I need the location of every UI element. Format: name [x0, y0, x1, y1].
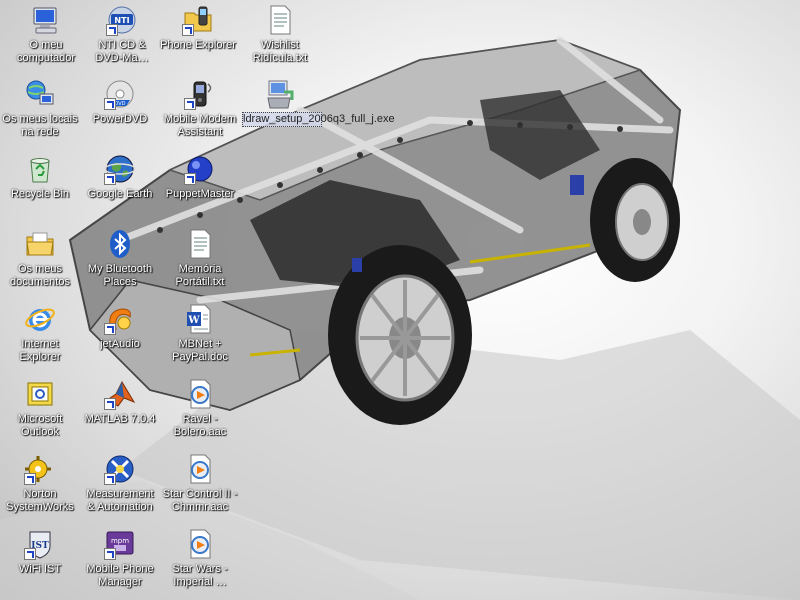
icon-label: Os meus documentos: [10, 263, 70, 288]
desktop-icon-phone-explorer[interactable]: Phone Explorer: [160, 2, 236, 74]
icon-label: Star Wars - Imperial …: [172, 563, 228, 588]
icon-label: Wishlist Ridícula.txt: [252, 39, 308, 64]
media-file-icon: [184, 528, 216, 560]
desktop-icon-memoria-portatil-txt[interactable]: Memória Portátil.txt: [162, 226, 238, 298]
desktop-icon-mobile-phone-manager[interactable]: mpm Mobile Phone Manager: [82, 526, 158, 598]
media-file-icon: [184, 453, 216, 485]
svg-text:W: W: [187, 315, 200, 326]
internet-explorer-icon: [24, 303, 56, 335]
svg-text:mpm: mpm: [111, 537, 129, 545]
icon-label: Mobile Phone Manager: [86, 563, 154, 588]
desktop-icon-mobile-modem[interactable]: Mobile Modem Assistant: [162, 76, 238, 148]
desktop-icon-ravel-bolero[interactable]: Ravel - Bolero.aac: [162, 376, 238, 448]
desktop-icon-mbnet-paypal-doc[interactable]: W MBNet + PayPal.doc: [162, 301, 238, 373]
desktop-icon-my-computer[interactable]: O meu computador: [8, 2, 84, 74]
desktop-icon-my-documents[interactable]: Os meus documentos: [2, 226, 78, 298]
desktop-icon-google-earth[interactable]: Google Earth: [82, 151, 158, 223]
shortcut-arrow-icon: [104, 548, 116, 560]
desktop-icon-microsoft-outlook[interactable]: Microsoft Outlook: [2, 376, 78, 448]
shortcut-arrow-icon: [24, 473, 36, 485]
desktop-icon-measurement-automation[interactable]: Measurement & Automation: [82, 451, 158, 523]
desktop-icon-star-control-chmmr[interactable]: Star Control II - Chmmr.aac: [162, 451, 238, 523]
my-computer-icon: [30, 4, 62, 36]
outlook-icon: [24, 378, 56, 410]
shortcut-arrow-icon: [104, 398, 116, 410]
svg-text:DVD: DVD: [114, 101, 125, 107]
installer-icon: [264, 78, 296, 110]
my-documents-icon: [24, 228, 56, 260]
shortcut-arrow-icon: [104, 323, 116, 335]
icon-label: Memória Portátil.txt: [175, 263, 225, 288]
recycle-bin-icon: [24, 153, 56, 185]
word-document-icon: W: [184, 303, 216, 335]
icon-label: NTI CD & DVD-Ma…: [95, 39, 149, 64]
shortcut-arrow-icon: [106, 24, 118, 36]
desktop-icon-matlab[interactable]: MATLAB 7.0.4: [82, 376, 158, 448]
media-file-icon: [184, 378, 216, 410]
desktop-icon-internet-explorer[interactable]: Internet Explorer: [2, 301, 78, 373]
icon-label: Internet Explorer: [19, 338, 61, 363]
icon-label: MATLAB 7.0.4: [84, 413, 156, 425]
shortcut-arrow-icon: [104, 473, 116, 485]
shortcut-arrow-icon: [104, 98, 116, 110]
icon-label: Ravel - Bolero.aac: [173, 413, 227, 438]
desktop-icon-nti-cd-dvd[interactable]: NTI NTI CD & DVD-Ma…: [84, 2, 160, 74]
shortcut-arrow-icon: [104, 173, 116, 185]
icon-label: Star Control II - Chmmr.aac: [162, 488, 238, 513]
desktop-icon-network-places[interactable]: Os meus locais na rede: [2, 76, 78, 148]
desktop-icon-bluetooth-places[interactable]: My Bluetooth Places: [82, 226, 158, 298]
icon-label: Mobile Modem Assistant: [163, 113, 237, 138]
desktop-icon-recycle-bin[interactable]: Recycle Bin: [2, 151, 78, 223]
shortcut-arrow-icon: [182, 24, 194, 36]
shortcut-arrow-icon: [184, 98, 196, 110]
dragged-icon-ldraw-setup[interactable]: ldraw_setup_2006q3_full_j.exe: [242, 78, 395, 154]
bluetooth-icon: [104, 228, 136, 260]
shortcut-arrow-icon: [184, 173, 196, 185]
shortcut-arrow-icon: [24, 548, 36, 560]
desktop-icon-powerdvd[interactable]: DVD PowerDVD: [82, 76, 158, 148]
desktop-icon-norton-systemworks[interactable]: Norton SystemWorks: [2, 451, 78, 523]
icon-label: PowerDVD: [92, 113, 148, 125]
icon-label: ldraw_setup_2006q3_full_j.exe: [242, 112, 395, 127]
text-document-icon: [184, 228, 216, 260]
desktop-icon-star-wars-imperial[interactable]: Star Wars - Imperial …: [162, 526, 238, 598]
desktop-icon-wishlist-txt[interactable]: Wishlist Ridícula.txt: [242, 2, 318, 74]
icon-label: PuppetMaster: [165, 188, 235, 200]
icon-label: Microsoft Outlook: [17, 413, 63, 438]
icon-label: Google Earth: [87, 188, 153, 200]
network-places-icon: [24, 78, 56, 110]
icon-label: jetAudio: [100, 338, 140, 350]
icon-label: Os meus locais na rede: [2, 113, 78, 138]
icon-label: Norton SystemWorks: [6, 488, 74, 513]
text-document-icon: [264, 4, 296, 36]
icon-label: Measurement & Automation: [86, 488, 154, 513]
icon-label: Phone Explorer: [160, 39, 236, 51]
desktop-icon-wifi-ist[interactable]: IST WiFi IST: [2, 526, 78, 598]
icon-label: Recycle Bin: [10, 188, 70, 200]
icon-label: O meu computador: [16, 39, 76, 64]
icon-label: MBNet + PayPal.doc: [172, 338, 228, 363]
desktop-icon-jetaudio[interactable]: jetAudio: [82, 301, 158, 373]
desktop[interactable]: O meu computador NTI NTI CD & DVD-Ma… Ph…: [0, 0, 800, 600]
icon-label: My Bluetooth Places: [87, 263, 153, 288]
desktop-icon-puppetmaster[interactable]: PuppetMaster: [162, 151, 238, 223]
icon-label: WiFi IST: [18, 563, 62, 575]
